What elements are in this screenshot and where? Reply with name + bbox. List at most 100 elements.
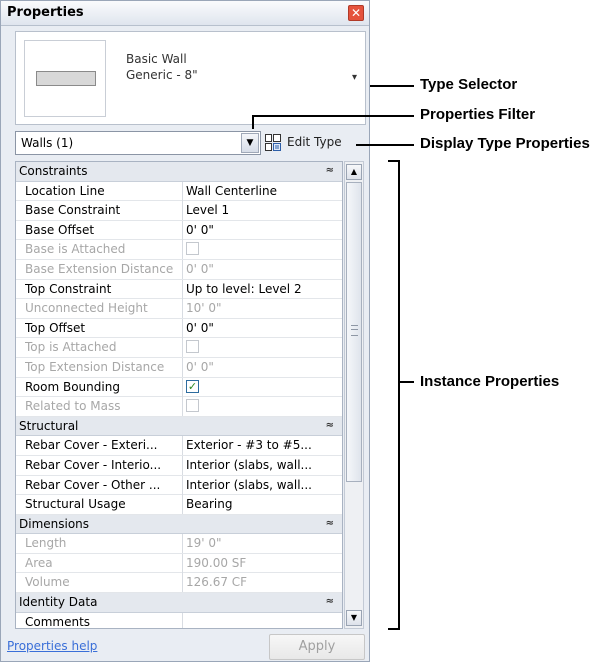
category-label: Constraints	[19, 164, 88, 178]
properties-filter-callout-vertical	[252, 115, 254, 129]
property-name: Location Line	[25, 183, 105, 198]
property-name: Base Extension Distance	[25, 261, 174, 276]
instance-properties-annotation: Instance Properties	[420, 373, 560, 390]
property-name: Base Constraint	[25, 203, 121, 218]
property-value[interactable]: Level 1	[182, 201, 332, 221]
properties-filter-callout-line	[252, 115, 414, 117]
vertical-scrollbar[interactable]: ▲ ▼	[344, 161, 364, 629]
property-row[interactable]: Top is Attached	[16, 338, 342, 358]
property-name: Base Offset	[25, 222, 95, 237]
property-row[interactable]: Location Line Wall Centerline	[16, 181, 342, 202]
property-name: Volume	[25, 575, 70, 590]
scroll-up-button[interactable]: ▲	[346, 164, 362, 180]
close-button[interactable]: ✕	[348, 5, 364, 21]
property-value: 19' 0"	[182, 534, 332, 554]
property-row[interactable]: Top Constraint Up to level: Level 2	[16, 279, 342, 300]
property-row[interactable]: Rebar Cover - Exteri... Exterior - #3 to …	[16, 436, 342, 456]
category-header[interactable]: Structural ≈	[16, 416, 342, 437]
category-label: Structural	[19, 418, 79, 433]
apply-button[interactable]: Apply	[269, 634, 365, 660]
type-selector-annotation: Type Selector	[420, 76, 518, 93]
property-checkbox-cell	[182, 240, 332, 260]
property-name: Rebar Cover - Other ...	[25, 477, 161, 492]
property-name: Top Extension Distance	[25, 359, 165, 374]
type-name: Generic - 8"	[126, 68, 198, 82]
property-name: Top is Attached	[25, 340, 117, 355]
property-row[interactable]: Base is Attached	[16, 240, 342, 260]
property-row[interactable]: Rebar Cover - Interio... Interior (slabs,…	[16, 455, 342, 476]
collapse-icon[interactable]: ≈	[326, 596, 334, 607]
chevron-down-icon: ▼	[246, 138, 254, 148]
filter-dropdown-button[interactable]: ▼	[241, 133, 259, 153]
property-value[interactable]	[182, 612, 332, 628]
property-value[interactable]: Interior (slabs, wall...	[182, 475, 332, 495]
property-row[interactable]: Rebar Cover - Other ... Interior (slabs, …	[16, 475, 342, 496]
instance-bracket-vertical	[398, 160, 400, 630]
properties-filter-select[interactable]: Walls (1) ▼	[15, 131, 261, 155]
property-row[interactable]: Base Constraint Level 1	[16, 201, 342, 221]
property-row[interactable]: Base Offset 0' 0"	[16, 220, 342, 241]
property-checkbox-cell[interactable]: ✓	[182, 377, 332, 397]
property-name: Unconnected Height	[25, 301, 148, 316]
property-value: 10' 0"	[182, 299, 332, 319]
property-row[interactable]: Top Offset 0' 0"	[16, 318, 342, 339]
property-checkbox-cell	[182, 397, 332, 417]
type-family-name: Basic Wall	[126, 52, 187, 66]
property-row[interactable]: Volume 126.67 CF	[16, 573, 342, 594]
property-name: Base is Attached	[25, 242, 126, 257]
type-selector[interactable]: Basic Wall Generic - 8" ▾	[15, 31, 366, 125]
property-value: 190.00 SF	[182, 553, 332, 573]
property-name: Room Bounding	[25, 379, 120, 394]
property-value[interactable]: 0' 0"	[182, 318, 332, 338]
property-value[interactable]: 0' 0"	[182, 220, 332, 240]
property-checkbox[interactable]: ✓	[186, 379, 199, 393]
type-preview-image	[24, 40, 106, 117]
property-value[interactable]: Up to level: Level 2	[182, 279, 332, 299]
property-value[interactable]: Interior (slabs, wall...	[182, 455, 332, 475]
property-value[interactable]: Exterior - #3 to #5...	[182, 436, 332, 456]
property-checkbox	[186, 340, 199, 354]
property-checkbox	[186, 242, 199, 256]
close-icon: ✕	[350, 6, 362, 20]
property-row[interactable]: Room Bounding ✓	[16, 377, 342, 398]
property-row[interactable]: Unconnected Height 10' 0"	[16, 299, 342, 319]
property-value[interactable]: Bearing	[182, 495, 332, 515]
property-name: Rebar Cover - Exteri...	[25, 438, 158, 453]
scroll-thumb[interactable]	[346, 182, 362, 482]
property-name: Rebar Cover - Interio...	[25, 457, 162, 472]
properties-help-link[interactable]: Properties help	[7, 639, 97, 653]
wall-icon	[36, 71, 96, 86]
property-value: 126.67 CF	[182, 573, 332, 593]
property-value[interactable]: Wall Centerline	[182, 181, 332, 201]
property-row[interactable]: Comments	[16, 612, 342, 628]
property-name: Area	[25, 555, 53, 570]
properties-filter-annotation: Properties Filter	[420, 106, 536, 123]
property-row[interactable]: Base Extension Distance 0' 0"	[16, 259, 342, 280]
scroll-down-button[interactable]: ▼	[346, 610, 362, 626]
category-header[interactable]: Dimensions ≈	[16, 514, 342, 535]
chevron-down-icon: ▼	[350, 613, 358, 622]
properties-palette: Properties ✕ Basic Wall Generic - 8" ▾ W…	[0, 0, 370, 662]
property-checkbox-cell	[182, 338, 332, 358]
property-row[interactable]: Related to Mass	[16, 397, 342, 417]
property-checkbox	[186, 399, 199, 413]
property-row[interactable]: Length 19' 0"	[16, 534, 342, 554]
instance-bracket-bottom	[388, 628, 400, 630]
collapse-icon[interactable]: ≈	[326, 165, 334, 176]
category-header[interactable]: Identity Data ≈	[16, 593, 342, 613]
property-row[interactable]: Area 190.00 SF	[16, 553, 342, 574]
type-selector-dropdown-icon[interactable]: ▾	[352, 72, 357, 83]
collapse-icon[interactable]: ≈	[326, 518, 334, 529]
property-value: 0' 0"	[182, 357, 332, 377]
property-name: Structural Usage	[25, 497, 126, 512]
category-header[interactable]: Constraints ≈	[16, 162, 342, 182]
collapse-icon[interactable]: ≈	[326, 420, 334, 431]
property-row[interactable]: Top Extension Distance 0' 0"	[16, 357, 342, 378]
filter-value: Walls (1)	[21, 136, 74, 150]
display-type-callout-line	[356, 144, 414, 146]
instance-properties-grid: Constraints ≈ Location Line Wall Centerline…	[15, 161, 343, 629]
edit-type-icon	[265, 134, 281, 151]
palette-titlebar[interactable]: Properties ✕	[1, 1, 369, 26]
property-name: Related to Mass	[25, 399, 121, 414]
property-row[interactable]: Structural Usage Bearing	[16, 495, 342, 515]
